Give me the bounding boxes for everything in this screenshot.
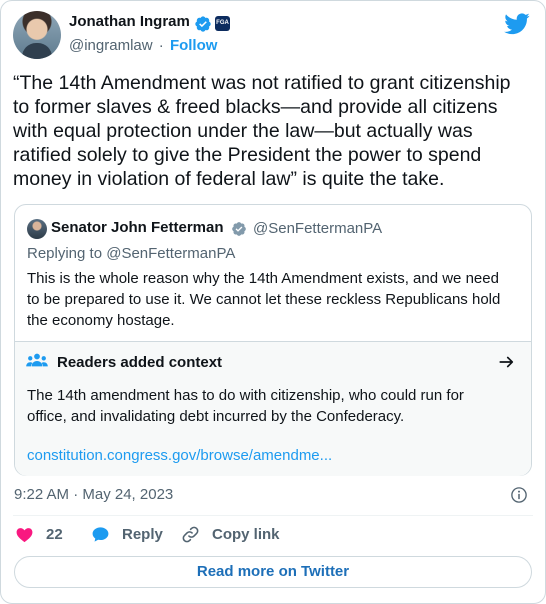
reply-button[interactable]: Reply <box>91 525 163 544</box>
twitter-logo-icon[interactable] <box>504 13 530 35</box>
reply-label: Reply <box>122 526 163 543</box>
quoted-author-name[interactable]: Senator John Fetterman <box>51 219 224 236</box>
readers-context-panel: Readers added context The 14th amendment… <box>15 341 531 476</box>
quoted-author-handle[interactable]: @SenFettermanPA <box>253 220 382 237</box>
quoted-avatar[interactable] <box>27 219 47 239</box>
link-icon <box>182 526 199 543</box>
author-name[interactable]: Jonathan Ingram <box>69 13 190 30</box>
like-button[interactable]: 22 <box>15 525 63 544</box>
affiliation-badge: FGA <box>215 16 230 31</box>
quoted-tweet[interactable]: Senator John Fetterman @SenFettermanPA R… <box>14 204 532 476</box>
follow-button[interactable]: Follow <box>170 37 218 54</box>
copy-link-button[interactable]: Copy link <box>181 525 280 544</box>
author-handle-line: @ingramlaw · Follow <box>69 37 217 54</box>
people-icon <box>26 353 48 367</box>
divider <box>13 515 533 516</box>
quoted-tweet-text: This is the whole reason why the 14th Am… <box>27 270 501 329</box>
arrow-right-icon[interactable] <box>498 353 516 371</box>
read-more-button[interactable]: Read more on Twitter <box>14 556 532 588</box>
heart-icon <box>16 528 33 543</box>
author-handle[interactable]: @ingramlaw <box>69 37 153 54</box>
context-text: The 14th amendment has to do with citize… <box>27 387 464 425</box>
tweet-timestamp[interactable]: 9:22 AM · May 24, 2023 <box>14 486 173 503</box>
context-link[interactable]: constitution.congress.gov/browse/amendme… <box>27 447 332 464</box>
author-avatar[interactable] <box>13 11 61 59</box>
like-count: 22 <box>46 526 63 543</box>
tweet-text: “The 14th Amendment was not ratified to … <box>13 72 511 190</box>
verified-icon <box>195 16 211 32</box>
verified-icon <box>232 222 246 236</box>
context-title: Readers added context <box>57 354 223 371</box>
replying-to: Replying to @SenFettermanPA <box>27 245 236 262</box>
info-icon[interactable] <box>510 486 528 504</box>
tweet-card: Jonathan Ingram FGA @ingramlaw · Follow … <box>0 0 546 604</box>
reply-icon <box>92 527 109 542</box>
separator: · <box>158 37 164 54</box>
copy-link-label: Copy link <box>212 526 280 543</box>
